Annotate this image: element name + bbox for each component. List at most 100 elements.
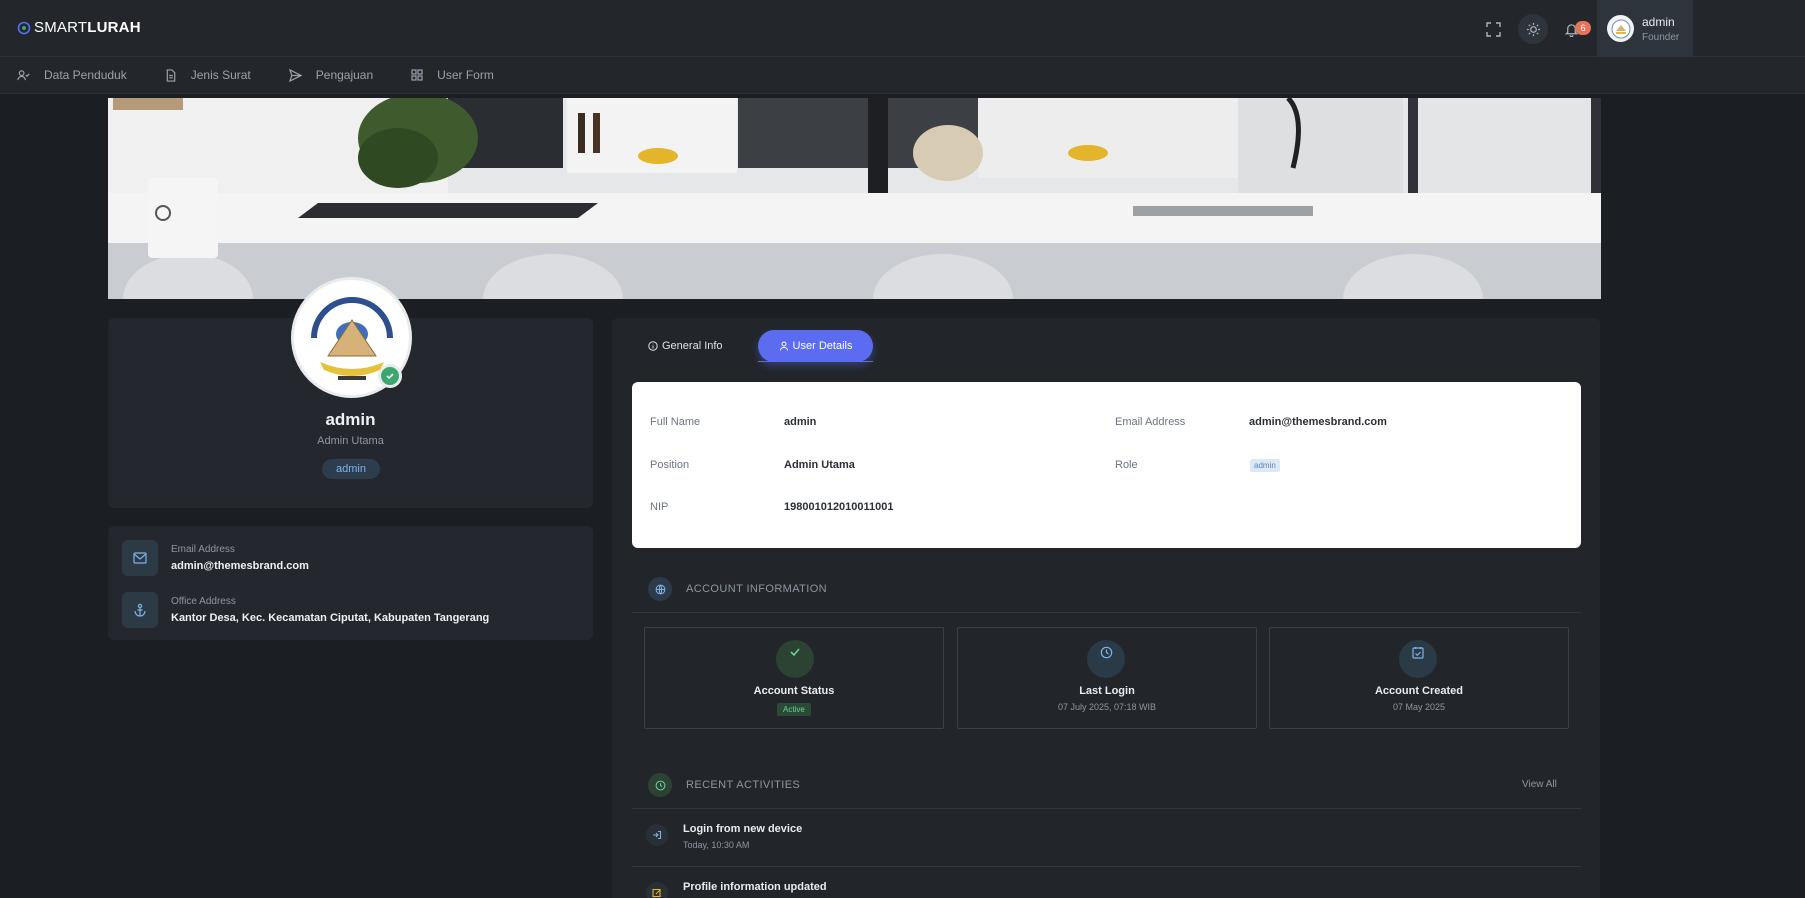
nav-item-label: Pengajuan [315,68,374,82]
profile-position: Admin Utama [317,435,384,447]
last-login-card: Last Login 07 July 2025, 07:18 WIB [957,627,1257,729]
full-name-label: Full Name [650,416,701,428]
nav-item-label: User Form [437,68,494,82]
user-role: Founder [1642,31,1680,43]
notification-count-badge: 6 [1575,21,1591,35]
divider [632,612,1581,613]
globe-icon-box [648,577,672,601]
nip-value: 198001012010011001 [784,501,894,513]
email-row: Email Address admin@themesbrand.com [122,540,309,576]
tab-label: User Details [792,340,853,352]
detail-email-label: Email Address [1115,416,1186,428]
divider [632,866,1581,867]
history-icon-box [648,773,672,797]
nav-item-data-penduduk[interactable]: Data Penduduk [17,68,127,82]
contact-info-card: Email Address admin@themesbrand.com Offi… [108,526,593,640]
brand-logo[interactable]: SMART LURAH [17,19,141,36]
activity-item[interactable]: Login from new device Today, 10:30 AM [632,816,1581,866]
check-circle-icon [386,373,394,380]
user-icon [779,341,788,351]
logo-icon [17,21,31,34]
document-icon [166,68,176,82]
email-icon-box [122,540,158,576]
history-icon [655,780,665,790]
account-created-card: Account Created 07 May 2025 [1269,627,1569,729]
active-tab-indicator [758,361,873,362]
user-details-box [632,382,1581,548]
office-row: Office Address Kantor Desa, Kec. Kecamat… [122,592,489,628]
clock-icon [1100,646,1112,658]
verified-badge [378,364,402,388]
school-emblem-icon [1611,19,1630,38]
recent-activities-heading: RECENT ACTIVITIES [648,773,800,797]
fullscreen-icon [1485,21,1501,37]
send-icon [288,68,302,82]
full-name-value: admin [784,416,817,428]
account-status-badge: Active [777,703,811,716]
nip-label: NIP [650,501,669,513]
activity-title: Profile information updated [683,881,827,893]
office-icon-box [122,592,158,628]
clock-icon-circle [1087,640,1125,678]
detail-email-value: admin@themesbrand.com [1249,416,1387,428]
nav-item-pengajuan[interactable]: Pengajuan [288,68,374,82]
anchor-icon [134,603,146,617]
main-navigation: Data Penduduk Jenis Surat Pengajuan User… [0,57,1805,94]
section-title: RECENT ACTIVITIES [686,779,801,791]
globe-icon [655,584,665,594]
nav-item-user-form[interactable]: User Form [411,68,494,82]
last-login-value: 07 July 2025, 07:18 WIB [1057,702,1157,712]
mail-icon [133,552,147,564]
check-icon [790,648,800,657]
account-created-title: Account Created [1374,685,1464,697]
email-value: admin@themesbrand.com [171,560,309,572]
office-label: Office Address [171,596,236,607]
notifications-button[interactable]: 6 [1556,14,1591,44]
activity-time: Today, 10:30 AM [683,840,750,850]
calendar-check-icon [1412,646,1424,659]
calendar-icon-circle [1399,640,1437,678]
account-status-card: Account Status Active [644,627,944,729]
nav-item-label: Data Penduduk [44,68,127,82]
activity-title: Login from new device [683,823,803,835]
section-title: ACCOUNT INFORMATION [686,583,828,595]
nav-item-jenis-surat[interactable]: Jenis Surat [165,68,251,82]
profile-cover-image [108,98,1601,299]
divider [632,808,1581,809]
user-menu[interactable]: admin Founder [1597,0,1693,57]
account-info-heading: ACCOUNT INFORMATION [648,577,827,601]
role-label: Role [1115,459,1138,471]
info-icon [648,341,658,351]
email-label: Email Address [171,544,235,555]
brand-name-part1: SMART [34,19,88,36]
kitchen-photo [108,98,1601,299]
brand-name-part2: LURAH [87,19,141,36]
user-name: admin [1642,14,1675,29]
user-avatar [1607,15,1634,42]
edit-icon-box [646,882,668,898]
fullscreen-button[interactable] [1478,14,1508,44]
login-icon-box [646,824,668,846]
theme-toggle-button[interactable] [1518,14,1548,44]
tab-general-info[interactable]: General Info [648,330,723,362]
office-value: Kantor Desa, Kec. Kecamatan Ciputat, Kab… [171,612,490,624]
position-label: Position [650,459,690,471]
user-check-icon [17,69,30,80]
status-icon-circle [776,640,814,678]
activity-item[interactable]: Profile information updated [632,874,1581,898]
view-all-activities-link[interactable]: View All [1522,779,1557,790]
position-value: Admin Utama [784,459,855,471]
grid-icon [411,69,423,81]
profile-role-badge: admin [322,459,380,479]
tab-user-details[interactable]: User Details [758,330,873,362]
edit-icon [652,888,661,898]
profile-name: admin [325,410,376,429]
tab-label: General Info [662,340,723,352]
nav-item-label: Jenis Surat [190,68,251,82]
account-created-value: 07 May 2025 [1392,702,1446,712]
sun-icon [1526,22,1540,36]
last-login-title: Last Login [1079,685,1135,697]
top-bar: SMART LURAH 6 admin Founder [0,0,1805,57]
role-badge: admin [1250,459,1280,472]
login-icon [653,830,662,840]
